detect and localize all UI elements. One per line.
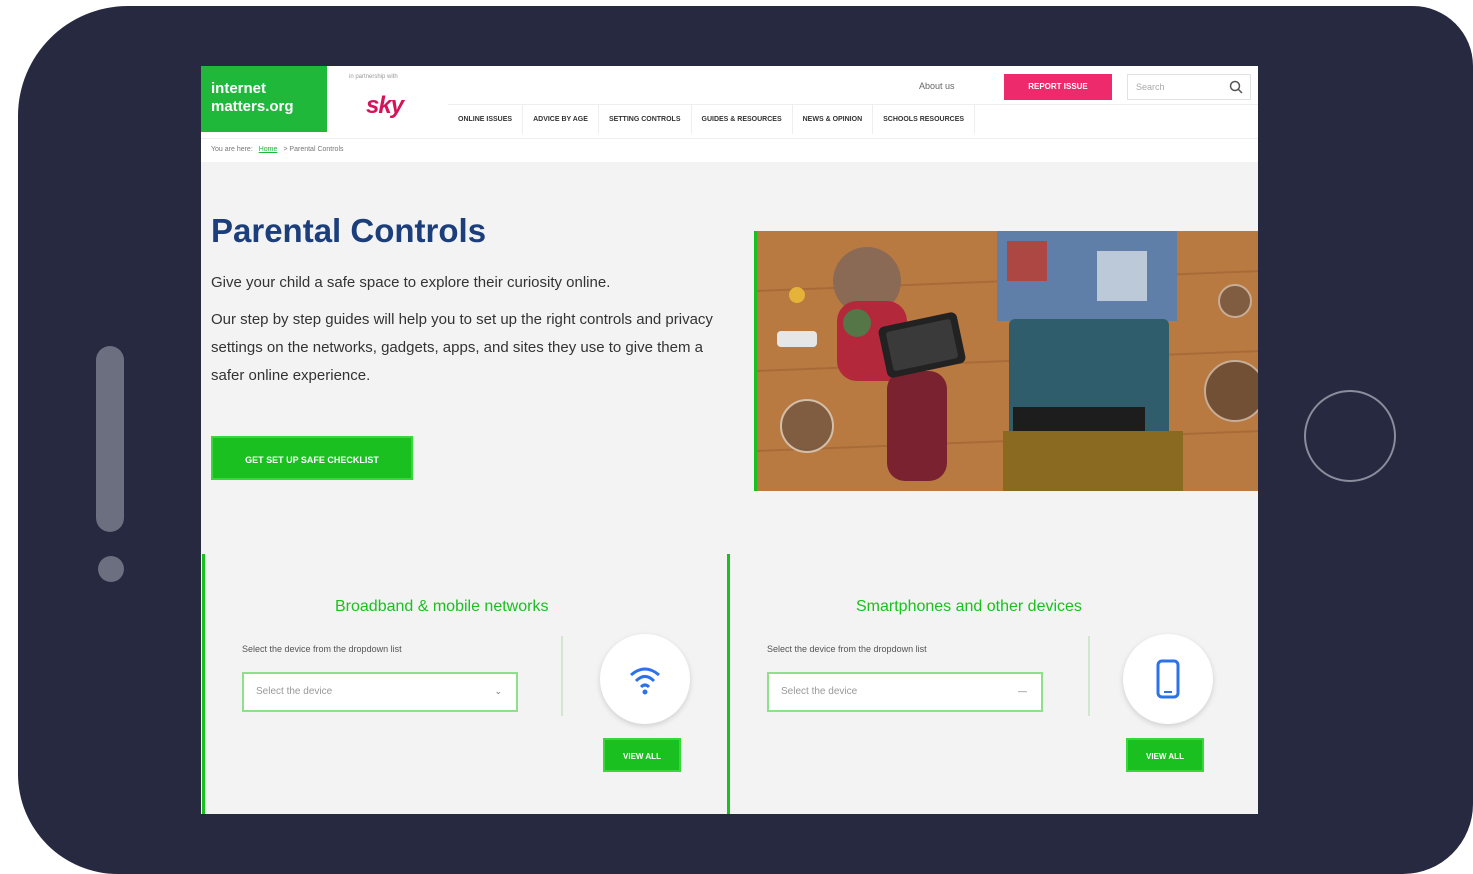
card-divider (1088, 636, 1090, 716)
smartphone-icon (1156, 659, 1180, 699)
site-header: internet matters.org in partnership with… (201, 66, 1258, 138)
breadcrumb-current: Parental Controls (289, 146, 344, 153)
smartphones-card: Smartphones and other devices Select the… (727, 554, 1258, 814)
nav-news-opinion[interactable]: NEWS & OPINION (793, 105, 874, 134)
checklist-button[interactable]: GET SET UP SAFE CHECKLIST (211, 436, 413, 480)
broadband-device-select[interactable]: Select the device ⌄ (242, 672, 518, 712)
search-box[interactable]: Search (1127, 74, 1251, 100)
logo-line-1: internet (211, 80, 267, 97)
search-icon[interactable] (1228, 79, 1244, 95)
smartphone-icon-circle (1123, 634, 1213, 724)
sponsor-logo[interactable]: sky (366, 92, 404, 120)
tablet-side-button (96, 346, 124, 532)
broadband-select-value: Select the device (256, 686, 333, 697)
main-nav: ONLINE ISSUES ADVICE BY AGE SETTING CONT… (448, 104, 1258, 134)
smartphones-select-label: Select the device from the dropdown list (767, 644, 927, 654)
hero-photo-illustration (757, 231, 1258, 491)
chevron-down-icon: ⌄ (494, 686, 502, 696)
report-issue-button[interactable]: REPORT ISSUE (1004, 74, 1112, 100)
smartphones-card-title: Smartphones and other devices (856, 598, 1082, 615)
tablet-home-button (1304, 390, 1396, 482)
hero-body: Our step by step guides will help you to… (211, 311, 713, 384)
broadband-view-all-button[interactable]: VIEW ALL (603, 738, 681, 772)
nav-online-issues[interactable]: ONLINE ISSUES (448, 105, 524, 134)
hero-image (754, 231, 1258, 491)
browser-screen: internet matters.org in partnership with… (201, 66, 1258, 814)
smartphones-device-select[interactable]: Select the device — (767, 672, 1043, 712)
wifi-icon-circle (600, 634, 690, 724)
search-input[interactable]: Search (1136, 82, 1165, 92)
smartphones-view-all-button[interactable]: VIEW ALL (1126, 738, 1204, 772)
nav-guides-resources[interactable]: GUIDES & RESOURCES (692, 105, 793, 134)
page-title: Parental Controls (211, 212, 487, 249)
breadcrumb-home-link[interactable]: Home (259, 146, 278, 153)
breadcrumb-separator: > (283, 146, 288, 153)
broadband-select-label: Select the device from the dropdown list (242, 644, 402, 654)
hero-subtitle: Give your child a safe space to explore … (211, 274, 611, 291)
partner-label: in partnership with (349, 74, 398, 80)
about-link[interactable]: About us (919, 81, 955, 91)
logo-line-2: matters.org (211, 98, 294, 115)
nav-setting-controls[interactable]: SETTING CONTROLS (599, 105, 692, 134)
site-logo[interactable]: internet matters.org (201, 66, 327, 132)
nav-advice-by-age[interactable]: ADVICE BY AGE (523, 105, 599, 134)
chevron-down-icon: — (1018, 686, 1027, 696)
breadcrumb-prefix: You are here: (211, 146, 253, 153)
broadband-card-title: Broadband & mobile networks (335, 598, 549, 615)
broadband-card: Broadband & mobile networks Select the d… (202, 554, 724, 814)
smartphones-select-value: Select the device (781, 686, 858, 697)
nav-schools-resources[interactable]: SCHOOLS RESOURCES (873, 105, 976, 134)
card-divider (561, 636, 563, 716)
tablet-camera-dot (98, 556, 124, 582)
wifi-icon (630, 667, 660, 695)
breadcrumb: You are here: Home > Parental Controls (201, 138, 1258, 162)
